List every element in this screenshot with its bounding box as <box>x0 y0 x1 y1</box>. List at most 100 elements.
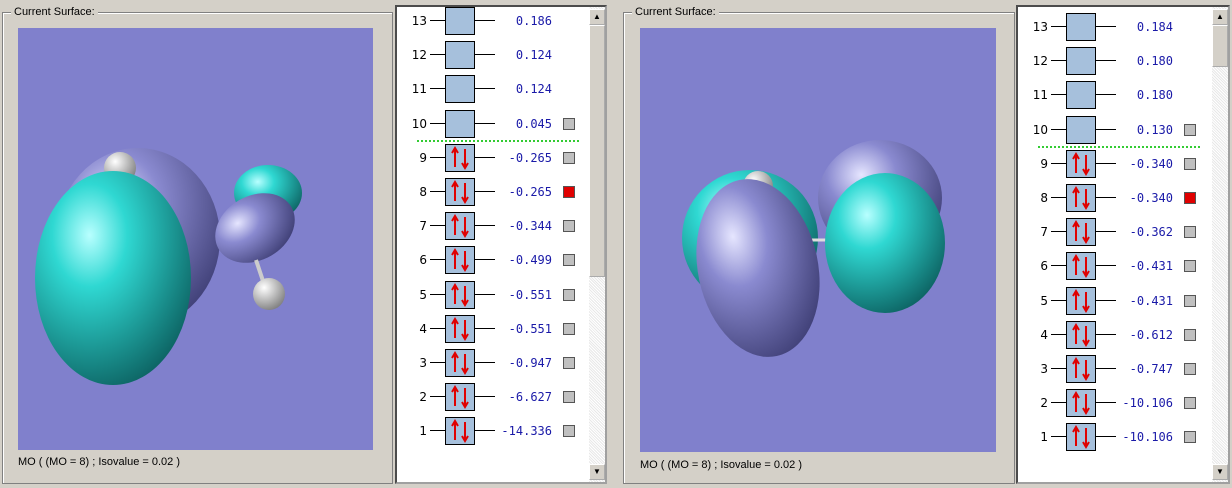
orbital-box[interactable] <box>445 417 475 446</box>
orbital-number: 1 <box>419 424 427 439</box>
surface-marker[interactable] <box>563 425 575 438</box>
scroll-down-button[interactable]: ▼ <box>589 464 605 480</box>
surface-marker[interactable] <box>563 254 575 267</box>
orbital-energy: 0.180 <box>1136 54 1173 69</box>
orbital-list-2[interactable]: ▲ ▼ 13 0.184 12 0.180 11 0.180 10 0.130 … <box>1016 5 1230 484</box>
scroll-down-button[interactable]: ▼ <box>1212 464 1228 480</box>
scrollbar[interactable]: ▲ ▼ <box>1212 7 1228 482</box>
orbital-box[interactable] <box>445 41 475 70</box>
electron-pair-icon <box>1072 186 1090 210</box>
surface-marker[interactable] <box>1184 226 1196 239</box>
scrollbar[interactable]: ▲ ▼ <box>589 7 605 482</box>
orbital-row[interactable]: 1 -14.336 <box>397 417 587 446</box>
orbital-row[interactable]: 5 -0.551 <box>397 280 587 309</box>
orbital-row[interactable]: 4 -0.551 <box>397 314 587 343</box>
orbital-row[interactable]: 9 -0.340 <box>1018 149 1208 178</box>
surface-marker[interactable] <box>1184 363 1196 375</box>
orbital-energy: -6.627 <box>508 390 552 405</box>
surface-marker[interactable] <box>1184 397 1196 410</box>
current-surface-label: Current Surface: <box>11 6 98 18</box>
orbital-box[interactable] <box>1066 81 1096 110</box>
surface-marker[interactable] <box>563 357 575 369</box>
surface-marker[interactable] <box>563 151 575 164</box>
orbital-box[interactable] <box>445 109 475 138</box>
orbital-box[interactable] <box>1066 252 1096 281</box>
orbital-box[interactable] <box>1066 47 1096 76</box>
surface-marker[interactable] <box>1184 157 1196 170</box>
surface-marker[interactable] <box>1184 123 1196 136</box>
scroll-up-button[interactable]: ▲ <box>1212 9 1228 25</box>
surface-marker[interactable] <box>563 322 575 335</box>
surface-marker[interactable] <box>1184 431 1196 444</box>
orbital-box[interactable] <box>1066 320 1096 349</box>
orbital-number: 3 <box>419 356 427 370</box>
scroll-thumb[interactable] <box>1212 25 1228 67</box>
orbital-box[interactable] <box>445 143 475 172</box>
orbital-box[interactable] <box>445 75 475 104</box>
orbital-row[interactable]: 11 0.180 <box>1018 81 1208 110</box>
orbital-row[interactable]: 4 -0.612 <box>1018 320 1208 349</box>
surface-marker[interactable] <box>563 117 575 130</box>
orbital-row[interactable]: 6 -0.431 <box>1018 252 1208 281</box>
orbital-row[interactable]: 12 0.124 <box>397 41 587 70</box>
orbital-box[interactable] <box>445 349 475 377</box>
electron-pair-icon <box>1072 425 1090 450</box>
orbital-box[interactable] <box>445 314 475 343</box>
scroll-up-button[interactable]: ▲ <box>589 9 605 25</box>
orbital-box[interactable] <box>1066 389 1096 418</box>
orbital-box[interactable] <box>1066 115 1096 144</box>
orbital-number: 1 <box>1040 430 1048 445</box>
orbital-row[interactable]: 8 -0.340 <box>1018 184 1208 212</box>
orbital-row[interactable]: 9 -0.265 <box>397 143 587 172</box>
orbital-box[interactable] <box>445 280 475 309</box>
selected-surface-marker[interactable] <box>1184 192 1196 204</box>
orbital-row[interactable]: 3 -0.747 <box>1018 355 1208 383</box>
orbital-box[interactable] <box>445 383 475 412</box>
orbital-box[interactable] <box>445 178 475 206</box>
orbital-row[interactable]: 13 0.186 <box>397 7 587 35</box>
orbital-list-1[interactable]: ▲ ▼ 13 0.186 12 0.124 11 0.124 10 0.045 … <box>395 5 607 484</box>
status-text: MO ( (MO = 8) ; Isovalue = 0.02 ) <box>640 459 802 471</box>
orbital-box[interactable] <box>445 212 475 241</box>
orbital-energy: 0.184 <box>1136 20 1173 34</box>
orbital-energy: -0.340 <box>1129 156 1173 171</box>
molecule-viewport-2[interactable] <box>640 28 996 452</box>
orbital-row[interactable]: 10 0.045 <box>397 109 587 138</box>
orbital-row[interactable]: 10 0.130 <box>1018 115 1208 144</box>
orbital-row[interactable]: 1 -10.106 <box>1018 423 1208 452</box>
orbital-row[interactable]: 13 0.184 <box>1018 13 1208 41</box>
orbital-box[interactable] <box>445 7 475 35</box>
orbital-row[interactable]: 2 -10.106 <box>1018 389 1208 418</box>
orbital-box[interactable] <box>1066 423 1096 452</box>
orbital-box[interactable] <box>1066 184 1096 212</box>
orbital-box[interactable] <box>1066 355 1096 383</box>
orbital-energy: -0.499 <box>508 253 552 268</box>
orbital-row[interactable]: 2 -6.627 <box>397 383 587 412</box>
surface-marker[interactable] <box>1184 260 1196 273</box>
surface-marker[interactable] <box>563 391 575 404</box>
surface-marker[interactable] <box>563 220 575 233</box>
orbital-row[interactable]: 8 -0.265 <box>397 178 587 206</box>
scroll-thumb[interactable] <box>589 25 605 277</box>
orbital-number: 2 <box>1040 396 1048 411</box>
orbital-number: 9 <box>419 150 427 165</box>
orbital-row[interactable]: 6 -0.499 <box>397 246 587 275</box>
orbital-box[interactable] <box>1066 286 1096 315</box>
surface-marker[interactable] <box>563 288 575 301</box>
molecule-viewport-1[interactable] <box>18 28 373 450</box>
orbital-row[interactable]: 5 -0.431 <box>1018 286 1208 315</box>
orbital-row[interactable]: 7 -0.362 <box>1018 218 1208 247</box>
orbital-energy: -10.106 <box>1122 396 1173 411</box>
orbital-row[interactable]: 12 0.180 <box>1018 47 1208 76</box>
orbital-box[interactable] <box>1066 218 1096 247</box>
surface-marker[interactable] <box>1184 328 1196 341</box>
selected-surface-marker[interactable] <box>563 186 575 198</box>
orbital-box[interactable] <box>1066 13 1096 41</box>
orbital-row[interactable]: 11 0.124 <box>397 75 587 104</box>
orbital-number: 13 <box>411 14 427 28</box>
surface-marker[interactable] <box>1184 294 1196 307</box>
orbital-box[interactable] <box>445 246 475 275</box>
orbital-row[interactable]: 3 -0.947 <box>397 349 587 377</box>
orbital-box[interactable] <box>1066 149 1096 178</box>
orbital-row[interactable]: 7 -0.344 <box>397 212 587 241</box>
